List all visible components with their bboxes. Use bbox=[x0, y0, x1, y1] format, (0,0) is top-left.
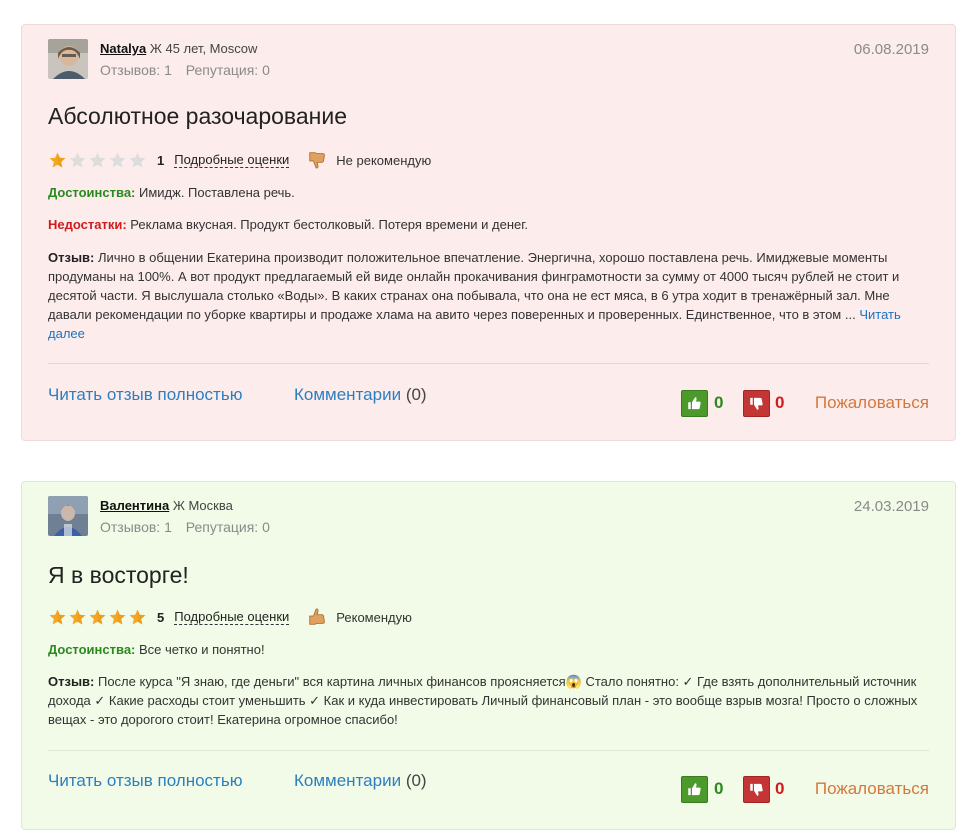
review-date: 06.08.2019 bbox=[853, 41, 929, 58]
thumbs-up-icon bbox=[688, 397, 701, 410]
pros: Достоинства: Имидж. Поставлена речь. bbox=[48, 183, 929, 202]
pros: Достоинства: Все четко и понятно! bbox=[48, 640, 929, 659]
comments-label: Комментарии bbox=[294, 385, 402, 404]
cons: Недостатки: Реклама вкусная. Продукт бес… bbox=[48, 215, 929, 234]
reputation: Репутация: 0 bbox=[185, 519, 270, 535]
pros-label: Достоинства: bbox=[48, 642, 136, 657]
read-full-review-link[interactable]: Читать отзыв полностью bbox=[48, 385, 242, 405]
read-full-review-link[interactable]: Читать отзыв полностью bbox=[48, 771, 242, 791]
user-info: Валентина Ж Москва bbox=[100, 498, 233, 513]
reviews-count: Отзывов: 1 bbox=[100, 62, 172, 78]
like-button[interactable] bbox=[681, 776, 708, 803]
star-icon-filled bbox=[49, 609, 66, 625]
comments-count: (0) bbox=[405, 771, 427, 790]
divider bbox=[48, 363, 929, 364]
thumbs-down-icon bbox=[750, 783, 763, 796]
star-icon-empty bbox=[89, 152, 106, 168]
review-card: Natalya Ж 45 лет, Moscow Отзывов: 1 Репу… bbox=[21, 24, 956, 441]
avatar-photo-icon bbox=[48, 496, 88, 536]
user-info: Natalya Ж 45 лет, Moscow bbox=[100, 41, 257, 56]
dislike-button[interactable] bbox=[743, 390, 770, 417]
star-icon-empty bbox=[129, 152, 146, 168]
user-stats: Отзывов: 1 Репутация: 0 bbox=[100, 62, 280, 78]
pros-label: Достоинства: bbox=[48, 185, 136, 200]
thumbs-up-icon bbox=[688, 783, 701, 796]
username-link[interactable]: Natalya bbox=[100, 41, 146, 56]
cons-label: Недостатки: bbox=[48, 217, 127, 232]
star-icon-filled bbox=[129, 609, 146, 625]
review-text: Отзыв: После курса "Я знаю, где деньги" … bbox=[48, 672, 929, 729]
star-icon-empty bbox=[109, 152, 126, 168]
dislike-button[interactable] bbox=[743, 776, 770, 803]
like-button[interactable] bbox=[681, 390, 708, 417]
star-icon-filled bbox=[89, 609, 106, 625]
pros-text: Имидж. Поставлена речь. bbox=[135, 185, 295, 200]
user-meta: Ж Москва bbox=[169, 498, 233, 513]
review-label: Отзыв: bbox=[48, 674, 95, 689]
divider bbox=[48, 750, 929, 751]
pros-text: Все четко и понятно! bbox=[135, 642, 265, 657]
rating-row: 1 Подробные оценки Не рекомендую bbox=[48, 149, 431, 171]
review-title: Я в восторге! bbox=[48, 562, 189, 588]
star-icon-filled bbox=[109, 609, 126, 625]
star-icon-filled bbox=[49, 152, 66, 168]
dislikes-count: 0 bbox=[775, 779, 785, 798]
comments-link[interactable]: Комментарии (0) bbox=[294, 771, 427, 791]
star-rating bbox=[48, 151, 147, 170]
detailed-ratings-link[interactable]: Подробные оценки bbox=[174, 609, 290, 625]
star-icon-empty bbox=[69, 152, 86, 168]
recommendation-text: Рекомендую bbox=[336, 609, 412, 625]
report-link[interactable]: Пожаловаться bbox=[815, 393, 929, 413]
comments-label: Комментарии bbox=[294, 771, 402, 790]
cons-text: Реклама вкусная. Продукт бестолковый. По… bbox=[126, 217, 528, 232]
rating-value: 1 bbox=[157, 152, 165, 168]
username-link[interactable]: Валентина bbox=[100, 498, 169, 513]
recommendation-text: Не рекомендую bbox=[336, 152, 432, 168]
thumbs-up-icon bbox=[309, 608, 326, 625]
likes-count: 0 bbox=[714, 779, 724, 798]
likes-count: 0 bbox=[714, 393, 724, 412]
review-title: Абсолютное разочарование bbox=[48, 103, 348, 129]
star-icon-filled bbox=[69, 609, 86, 625]
review-label: Отзыв: bbox=[48, 250, 95, 265]
review-body: Лично в общении Екатерина производит пол… bbox=[48, 250, 900, 322]
comments-link[interactable]: Комментарии (0) bbox=[294, 385, 427, 405]
reputation: Репутация: 0 bbox=[185, 62, 270, 78]
avatar[interactable] bbox=[48, 496, 88, 536]
reviews-count: Отзывов: 1 bbox=[100, 519, 172, 535]
review-body: После курса "Я знаю, где деньги" вся кар… bbox=[48, 674, 918, 727]
user-meta: Ж 45 лет, Moscow bbox=[146, 41, 258, 56]
review-date: 24.03.2019 bbox=[853, 498, 929, 515]
rating-value: 5 bbox=[157, 609, 165, 625]
review-card: Валентина Ж Москва Отзывов: 1 Репутация:… bbox=[21, 481, 956, 830]
thumbs-down-icon bbox=[309, 152, 326, 169]
star-rating bbox=[48, 608, 147, 627]
comments-count: (0) bbox=[405, 385, 427, 404]
thumbs-down-icon bbox=[750, 397, 763, 410]
avatar[interactable] bbox=[48, 39, 88, 79]
user-stats: Отзывов: 1 Репутация: 0 bbox=[100, 519, 280, 535]
dislikes-count: 0 bbox=[775, 393, 785, 412]
report-link[interactable]: Пожаловаться bbox=[815, 779, 929, 799]
review-text: Отзыв: Лично в общении Екатерина произво… bbox=[48, 248, 929, 343]
detailed-ratings-link[interactable]: Подробные оценки bbox=[174, 152, 290, 168]
avatar-photo-icon bbox=[48, 39, 88, 79]
rating-row: 5 Подробные оценки Рекомендую bbox=[48, 606, 412, 628]
